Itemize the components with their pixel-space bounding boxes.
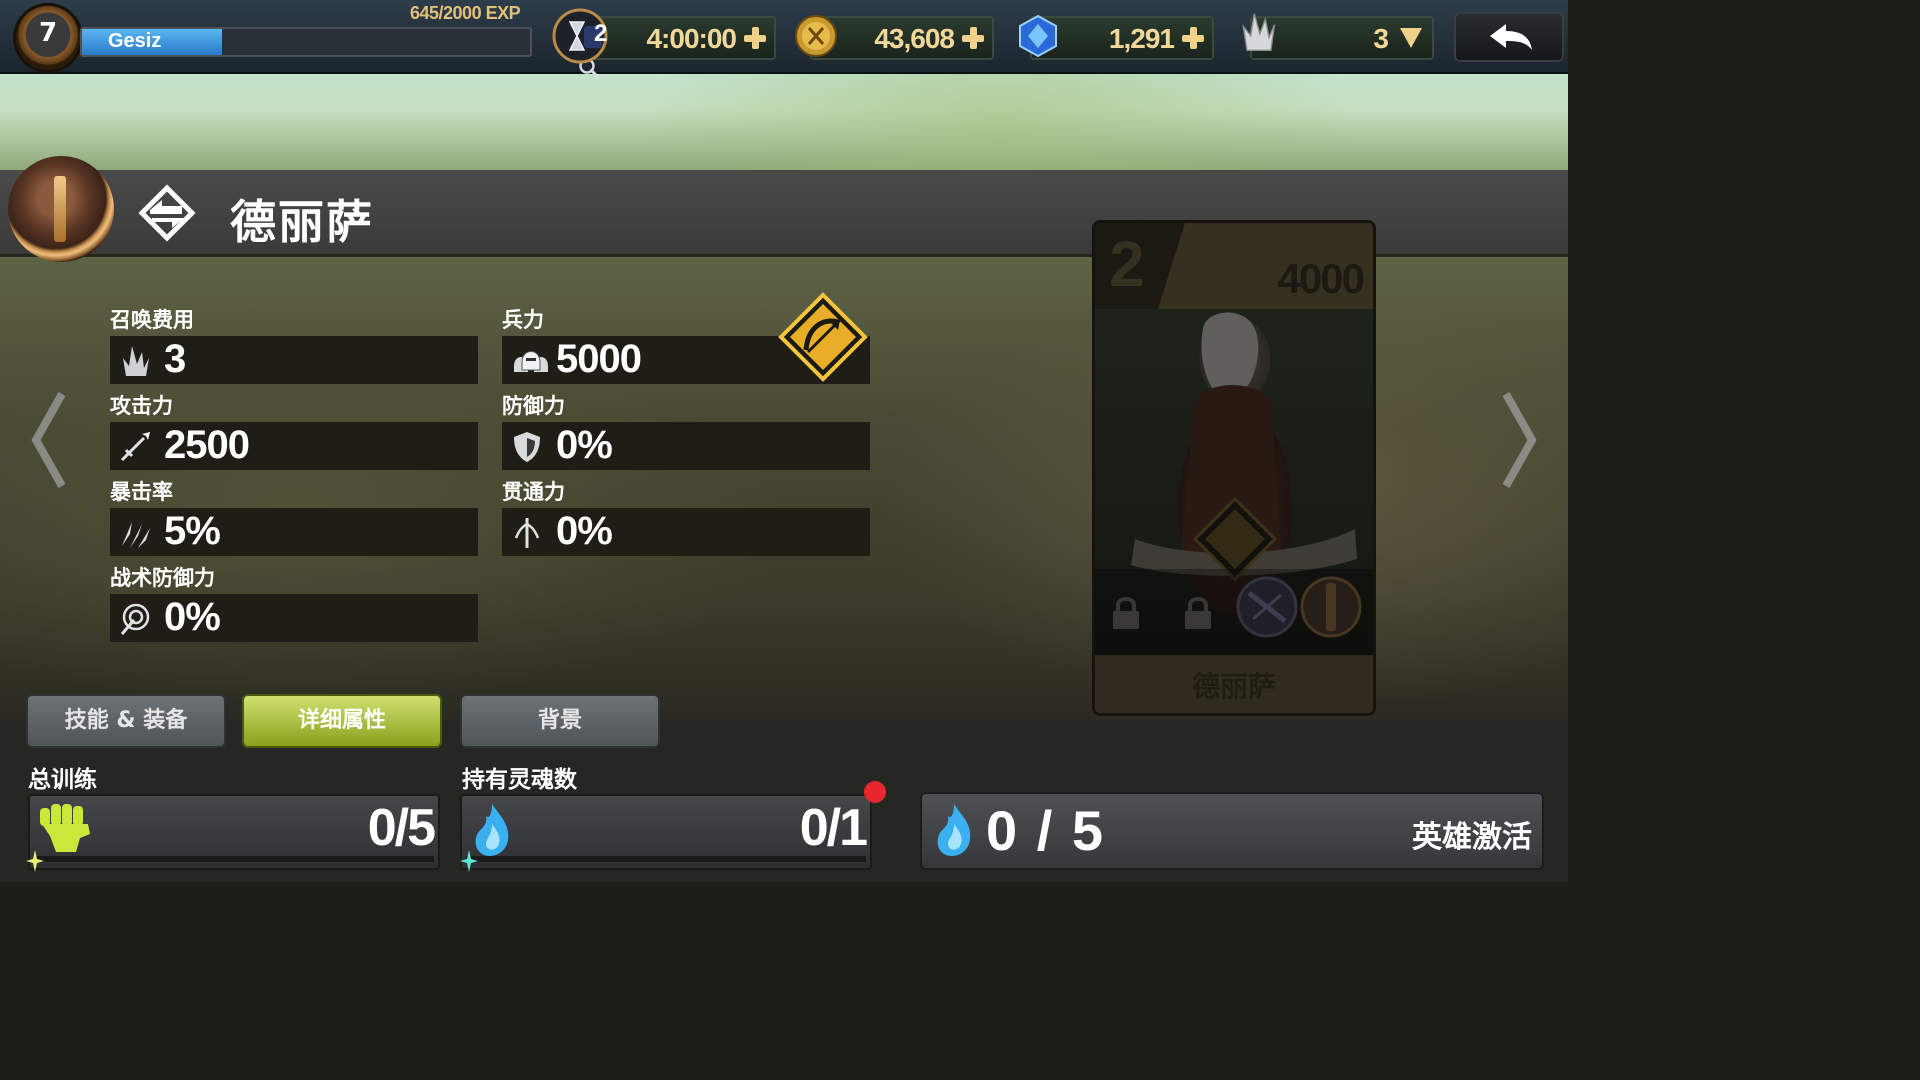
top-bar: 7 Gesiz 645/2000 EXP 4:00:00 2 43,608 1,… [0, 0, 1568, 79]
sword-icon [120, 432, 150, 462]
pierce-icon [514, 518, 540, 548]
crystal-icon [1242, 13, 1276, 52]
tab-skills-equipment[interactable]: 技能 & 装备 [26, 694, 226, 748]
activate-souls-value: 0 / 5 [986, 799, 1105, 862]
fist-icon [40, 804, 90, 852]
tactical-defense-value: 0% [164, 595, 221, 639]
attack-stat: 2500 [110, 422, 478, 470]
player-exp-bar[interactable]: Gesiz [80, 27, 600, 79]
summon-cost-stat: 3 [110, 336, 478, 384]
souls-held-label: 持有灵魂数 [462, 767, 577, 793]
crit-value: 5% [164, 509, 221, 553]
penetration-label: 贯通力 [502, 480, 565, 504]
total-training-label: 总训练 [28, 767, 97, 793]
defense-stat: 0% [502, 422, 870, 470]
shield-icon [514, 432, 540, 462]
hero-activate-button[interactable]: 0 / 5 英雄激活 [920, 792, 1544, 870]
player-level-badge[interactable]: 7 [16, 6, 80, 70]
back-button[interactable] [1454, 12, 1564, 62]
hero-name: 德丽萨 [230, 195, 374, 249]
add-gem-button[interactable] [1180, 25, 1206, 51]
activate-label: 英雄激活 [1412, 820, 1532, 855]
defense-value: 0% [556, 423, 613, 467]
souls-held-value: 0/1 [799, 799, 868, 857]
player-name: Gesiz [108, 30, 162, 52]
total-training-bar[interactable]: 0/5 [28, 794, 440, 870]
gold-coin-icon [795, 15, 837, 57]
soul-flame-icon [937, 804, 971, 856]
summon-cost-label: 召唤费用 [110, 308, 194, 332]
swap-hero-icon[interactable] [138, 184, 196, 242]
troops-helmets-icon [514, 351, 548, 372]
attack-value: 2500 [164, 423, 250, 467]
total-training-value: 0/5 [367, 799, 436, 857]
penetration-value: 0% [556, 509, 613, 553]
back-arrow-icon [1490, 24, 1532, 50]
timer-value: 4:00:00 [646, 23, 737, 54]
target-spiral-icon [120, 603, 150, 635]
previous-hero-arrow[interactable] [30, 390, 68, 490]
defense-label: 防御力 [502, 394, 565, 418]
timer-badge: 2 [594, 20, 608, 47]
tab-background[interactable]: 背景 [460, 694, 660, 748]
summon-cost-value: 3 [164, 337, 186, 381]
attack-label: 攻击力 [110, 394, 173, 418]
dropdown-arrow-icon[interactable] [1398, 26, 1424, 50]
penetration-stat: 0% [502, 508, 870, 556]
crystal-value: 3 [1373, 23, 1389, 54]
crystal-icon [123, 346, 149, 376]
player-level: 7 [38, 18, 58, 48]
tactical-defense-label: 战术防御力 [110, 566, 215, 590]
troops-value: 5000 [556, 337, 642, 381]
gem-value: 1,291 [1108, 23, 1175, 54]
stamina-timer-resource[interactable]: 4:00:00 [586, 16, 776, 60]
sparkle-icon [26, 850, 44, 872]
notification-dot [864, 781, 886, 803]
tactical-defense-stat: 0% [110, 594, 478, 642]
exp-text: 645/2000 EXP [410, 3, 521, 23]
claw-slash-icon [122, 522, 150, 548]
add-gold-button[interactable] [960, 25, 986, 51]
crit-stat: 5% [110, 508, 478, 556]
card-locked-overlay [1095, 223, 1373, 713]
hero-class-badge[interactable] [8, 156, 114, 262]
sparkle-icon [460, 850, 478, 872]
gold-value: 43,608 [874, 23, 955, 54]
archer-role-icon[interactable] [778, 292, 868, 382]
gem-icon [1019, 14, 1057, 58]
souls-held-bar[interactable]: 0/1 [460, 794, 872, 870]
troops-label: 兵力 [502, 308, 544, 332]
hero-card[interactable]: 2 4000 德丽萨 [1092, 220, 1376, 716]
crit-label: 暴击率 [110, 480, 173, 504]
tab-detailed-attributes[interactable]: 详细属性 [242, 694, 442, 748]
add-stamina-button[interactable] [742, 25, 768, 51]
next-hero-arrow[interactable] [1500, 390, 1538, 490]
